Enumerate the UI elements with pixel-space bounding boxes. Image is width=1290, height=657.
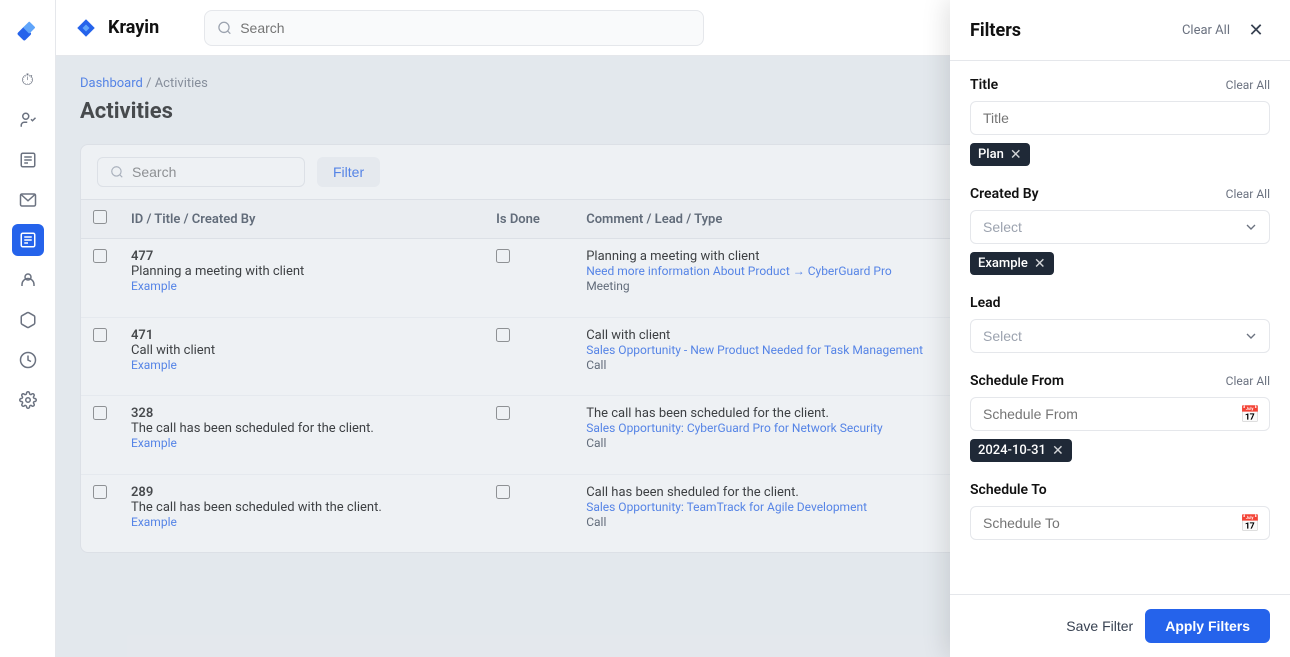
filter-title-clear[interactable]: Clear All bbox=[1226, 78, 1270, 92]
filter-created-by-tags: Example ✕ bbox=[970, 252, 1270, 275]
filter-schedule-from-tag: 2024-10-31 ✕ bbox=[970, 439, 1072, 462]
filter-created-by-tag-remove[interactable]: ✕ bbox=[1034, 257, 1046, 271]
sidebar-item-settings[interactable] bbox=[12, 384, 44, 416]
filter-schedule-from-input[interactable] bbox=[970, 397, 1270, 431]
filter-panel-title: Filters bbox=[970, 20, 1182, 41]
sidebar-item-products[interactable] bbox=[12, 304, 44, 336]
filter-clear-all-button[interactable]: Clear All bbox=[1182, 23, 1230, 38]
brand: Krayin bbox=[72, 14, 192, 42]
filter-schedule-to-label: Schedule To bbox=[970, 482, 1047, 498]
filter-created-by-tag-label: Example bbox=[978, 256, 1028, 271]
filter-close-button[interactable]: ✕ bbox=[1242, 16, 1270, 44]
filter-section-schedule-to: Schedule To 📅 bbox=[970, 482, 1270, 540]
filter-created-by-select[interactable]: Select bbox=[970, 210, 1270, 244]
filter-lead-label: Lead bbox=[970, 295, 1001, 311]
sidebar-item-reports[interactable] bbox=[12, 344, 44, 376]
filter-lead-select-wrapper: Select bbox=[970, 319, 1270, 353]
filter-schedule-from-label: Schedule From bbox=[970, 373, 1064, 389]
filter-schedule-from-tag-remove[interactable]: ✕ bbox=[1052, 444, 1064, 458]
filter-section-schedule-from: Schedule From Clear All 📅 2024-10-31 ✕ bbox=[970, 373, 1270, 462]
filter-title-tag-remove[interactable]: ✕ bbox=[1010, 148, 1022, 162]
filter-title-input[interactable] bbox=[970, 101, 1270, 135]
filter-section-title: Title Clear All Plan ✕ bbox=[970, 77, 1270, 166]
filter-body: Title Clear All Plan ✕ Created By Clear … bbox=[950, 61, 1290, 594]
apply-filters-button[interactable]: Apply Filters bbox=[1145, 609, 1270, 643]
sidebar-item-notes[interactable] bbox=[12, 144, 44, 176]
filter-title-tags: Plan ✕ bbox=[970, 143, 1270, 166]
filter-lead-select[interactable]: Select bbox=[970, 319, 1270, 353]
filter-schedule-from-header: Schedule From Clear All bbox=[970, 373, 1270, 389]
filter-title-header: Title Clear All bbox=[970, 77, 1270, 93]
filter-section-created-by: Created By Clear All Select Example ✕ bbox=[970, 186, 1270, 275]
sidebar-item-mail[interactable] bbox=[12, 184, 44, 216]
sidebar: ⏱ bbox=[0, 0, 56, 657]
filter-title-tag-plan: Plan ✕ bbox=[970, 143, 1030, 166]
brand-name: Krayin bbox=[108, 17, 159, 38]
sidebar-item-activities[interactable] bbox=[12, 224, 44, 256]
filter-schedule-from-date-wrapper: 📅 bbox=[970, 397, 1270, 431]
filter-created-by-header: Created By Clear All bbox=[970, 186, 1270, 202]
filter-schedule-from-tag-label: 2024-10-31 bbox=[978, 443, 1046, 458]
brand-logo[interactable] bbox=[10, 12, 46, 48]
filter-schedule-from-tags: 2024-10-31 ✕ bbox=[970, 439, 1270, 462]
filter-footer: Save Filter Apply Filters bbox=[950, 594, 1290, 657]
sidebar-item-contacts[interactable] bbox=[12, 104, 44, 136]
filter-lead-header: Lead bbox=[970, 295, 1270, 311]
filter-created-by-label: Created By bbox=[970, 186, 1039, 202]
filter-title-tag-label: Plan bbox=[978, 147, 1004, 162]
filter-created-by-select-wrapper: Select bbox=[970, 210, 1270, 244]
sidebar-item-people[interactable] bbox=[12, 264, 44, 296]
global-search-input[interactable] bbox=[240, 20, 691, 36]
filter-schedule-to-header: Schedule To bbox=[970, 482, 1270, 498]
filter-panel: Filters Clear All ✕ Title Clear All Plan… bbox=[950, 0, 1290, 657]
save-filter-button[interactable]: Save Filter bbox=[1066, 618, 1133, 634]
global-search-bar[interactable] bbox=[204, 10, 704, 46]
filter-header: Filters Clear All ✕ bbox=[950, 0, 1290, 61]
filter-created-by-tag-example: Example ✕ bbox=[970, 252, 1054, 275]
filter-title-label: Title bbox=[970, 77, 998, 93]
filter-section-lead: Lead Select bbox=[970, 295, 1270, 353]
filter-created-by-clear[interactable]: Clear All bbox=[1226, 187, 1270, 201]
search-icon bbox=[217, 20, 232, 36]
filter-schedule-from-clear[interactable]: Clear All bbox=[1226, 374, 1270, 388]
filter-schedule-to-date-wrapper: 📅 bbox=[970, 506, 1270, 540]
sidebar-item-timer[interactable]: ⏱ bbox=[12, 64, 44, 96]
filter-schedule-to-input[interactable] bbox=[970, 506, 1270, 540]
